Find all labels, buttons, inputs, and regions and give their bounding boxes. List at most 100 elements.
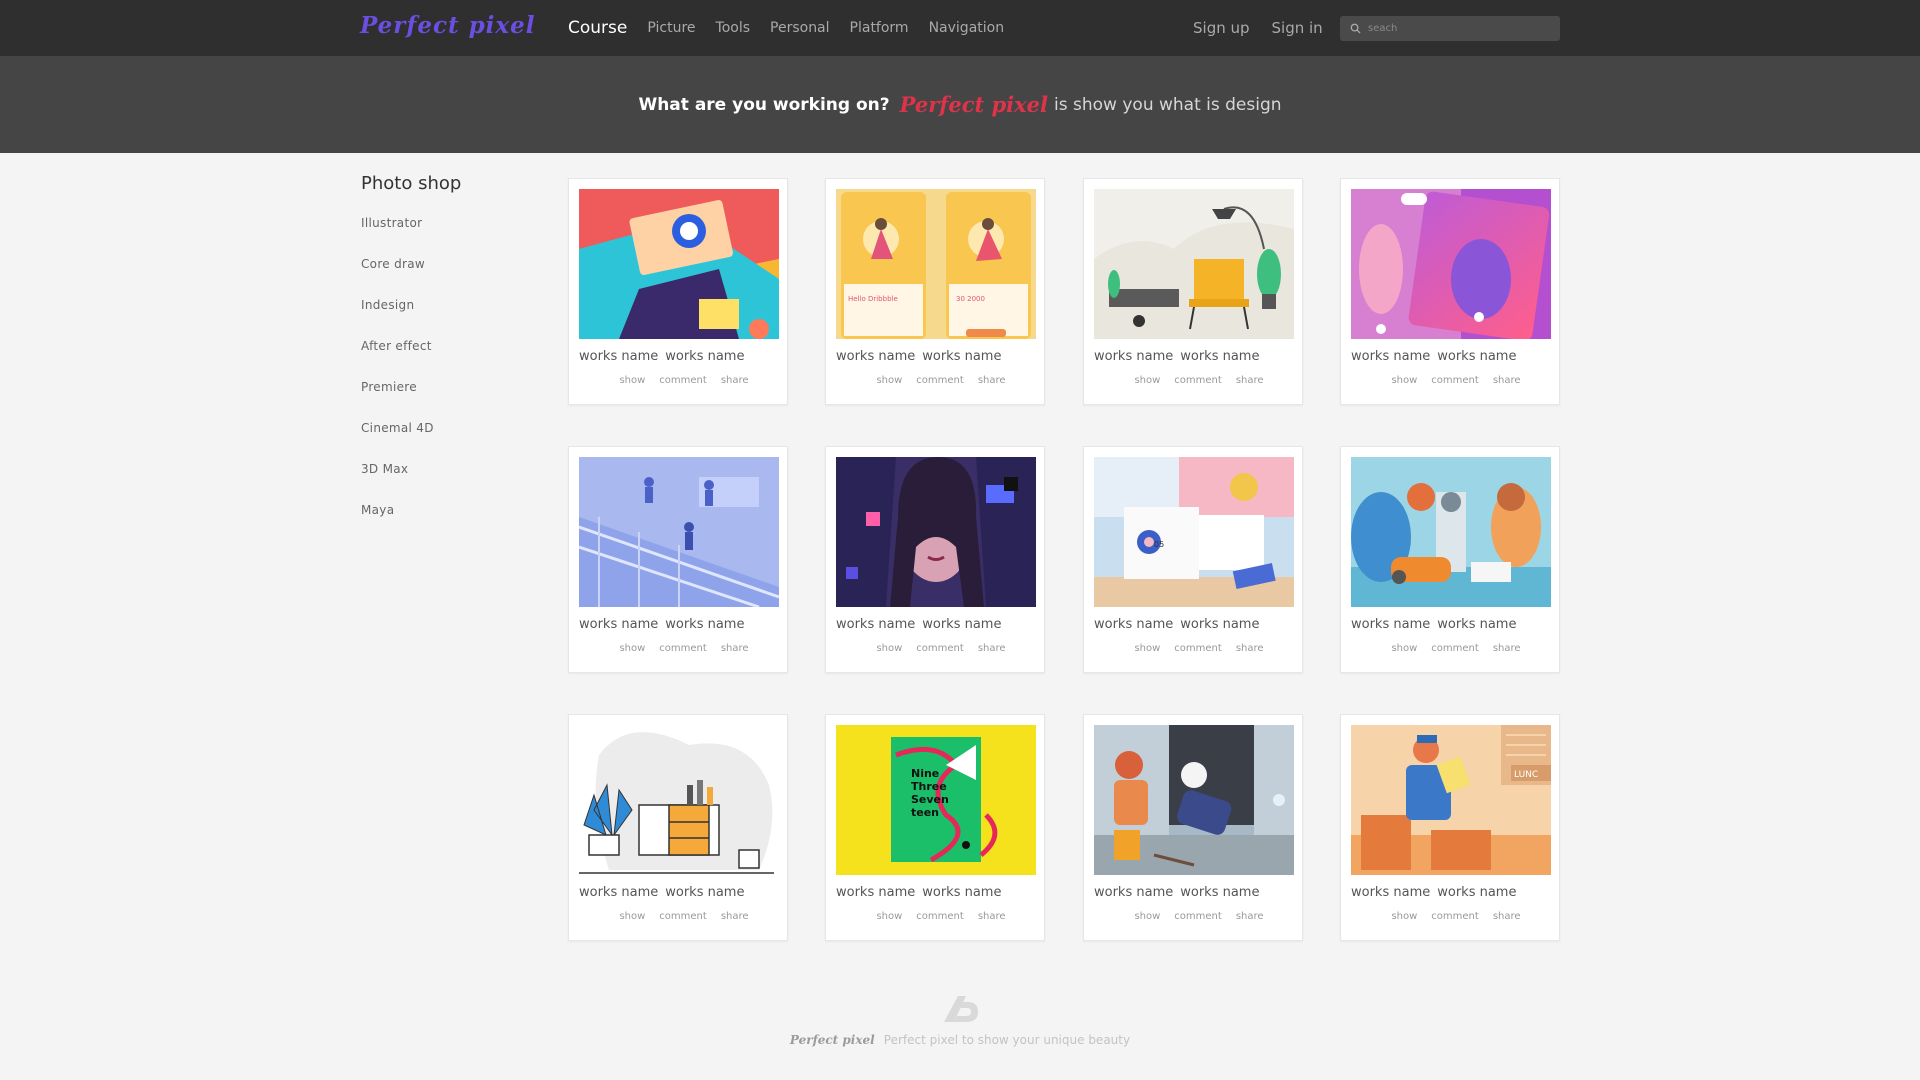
work-thumbnail[interactable] [579, 725, 779, 875]
show-link[interactable]: show [619, 375, 645, 386]
work-card[interactable]: works name works name show comment share [568, 178, 788, 405]
search-box[interactable] [1340, 16, 1560, 41]
category-sidebar: Photo shop Illustrator Core draw Indesig… [361, 172, 541, 542]
share-link[interactable]: share [721, 911, 749, 922]
work-card[interactable]: LUNC works name works name show comment s… [1340, 714, 1560, 941]
comment-link[interactable]: comment [659, 911, 707, 922]
show-link[interactable]: show [1134, 643, 1160, 654]
share-link[interactable]: share [1236, 643, 1264, 654]
sidebar-item-3d-max[interactable]: 3D Max [361, 460, 541, 501]
work-title[interactable]: works name works name [1094, 617, 1259, 632]
show-link[interactable]: show [619, 643, 645, 654]
share-link[interactable]: share [978, 375, 1006, 386]
share-link[interactable]: share [978, 911, 1006, 922]
work-card[interactable]: works name works name show comment share [1083, 178, 1303, 405]
work-thumbnail[interactable] [1351, 189, 1551, 339]
show-link[interactable]: show [1391, 911, 1417, 922]
sign-up-link[interactable]: Sign up [1193, 19, 1250, 37]
footer: Perfect pixel Perfect pixel to show your… [0, 1029, 1920, 1048]
share-link[interactable]: share [1493, 643, 1521, 654]
work-thumbnail[interactable] [836, 457, 1036, 607]
nav-navigation[interactable]: Navigation [929, 20, 1005, 36]
comment-link[interactable]: comment [1174, 911, 1222, 922]
site-logo[interactable]: Perfect pixel [360, 12, 536, 39]
comment-link[interactable]: comment [1174, 375, 1222, 386]
share-link[interactable]: share [721, 375, 749, 386]
hero-banner: What are you working on? Perfect pixel i… [0, 56, 1920, 153]
work-title[interactable]: works name works name [1094, 349, 1259, 364]
show-link[interactable]: show [1391, 375, 1417, 386]
show-link[interactable]: show [1134, 911, 1160, 922]
share-link[interactable]: share [1236, 911, 1264, 922]
comment-link[interactable]: comment [916, 911, 964, 922]
nav-course[interactable]: Course [568, 18, 627, 38]
work-thumbnail[interactable] [1094, 189, 1294, 339]
sidebar-item-after-effect[interactable]: After effect [361, 337, 541, 378]
work-card[interactable]: Hello Dribbble 30 2000 works name works n… [825, 178, 1045, 405]
show-link[interactable]: show [1391, 643, 1417, 654]
work-title[interactable]: works name works name [1351, 885, 1516, 900]
main-nav: Course Picture Tools Personal Platform N… [568, 0, 1024, 56]
show-link[interactable]: show [876, 911, 902, 922]
work-thumbnail[interactable] [579, 189, 779, 339]
work-thumbnail[interactable]: Nine Three Seven teen [836, 725, 1036, 875]
work-card[interactable]: works name works name show comment share [1340, 446, 1560, 673]
share-link[interactable]: share [721, 643, 749, 654]
work-card[interactable]: works name works name show comment share [1083, 714, 1303, 941]
work-thumbnail[interactable]: LUNC [1351, 725, 1551, 875]
comment-link[interactable]: comment [916, 643, 964, 654]
sign-in-link[interactable]: Sign in [1272, 19, 1323, 37]
sidebar-item-premiere[interactable]: Premiere [361, 378, 541, 419]
nav-personal[interactable]: Personal [770, 20, 830, 36]
work-thumbnail[interactable]: 05 [1094, 457, 1294, 607]
comment-link[interactable]: comment [1431, 911, 1479, 922]
work-card[interactable]: Nine Three Seven teen works name works na… [825, 714, 1045, 941]
work-thumbnail[interactable]: Hello Dribbble 30 2000 [836, 189, 1036, 339]
comment-link[interactable]: comment [1174, 643, 1222, 654]
share-link[interactable]: share [1493, 911, 1521, 922]
work-title[interactable]: works name works name [579, 617, 744, 632]
footer-brand: Perfect pixel [789, 1033, 875, 1047]
footer-logo-icon [944, 996, 978, 1022]
search-input[interactable] [1368, 23, 1548, 34]
work-card[interactable]: works name works name show comment share [825, 446, 1045, 673]
work-title[interactable]: works name works name [836, 617, 1001, 632]
work-title[interactable]: works name works name [836, 349, 1001, 364]
comment-link[interactable]: comment [1431, 375, 1479, 386]
sidebar-item-core-draw[interactable]: Core draw [361, 255, 541, 296]
sidebar-item-indesign[interactable]: Indesign [361, 296, 541, 337]
comment-link[interactable]: comment [1431, 643, 1479, 654]
work-title[interactable]: works name works name [1094, 885, 1259, 900]
work-title[interactable]: works name works name [1351, 617, 1516, 632]
work-card[interactable]: 05 works name works name show comment sha… [1083, 446, 1303, 673]
work-card[interactable]: works name works name show comment share [568, 446, 788, 673]
comment-link[interactable]: comment [659, 375, 707, 386]
comment-link[interactable]: comment [659, 643, 707, 654]
share-link[interactable]: share [1493, 375, 1521, 386]
card-actions: show comment share [1341, 643, 1561, 654]
show-link[interactable]: show [876, 643, 902, 654]
work-thumbnail[interactable] [1094, 725, 1294, 875]
share-link[interactable]: share [978, 643, 1006, 654]
nav-picture[interactable]: Picture [647, 20, 695, 36]
show-link[interactable]: show [876, 375, 902, 386]
work-title[interactable]: works name works name [1351, 349, 1516, 364]
sidebar-item-cinemal-4d[interactable]: Cinemal 4D [361, 419, 541, 460]
sidebar-item-illustrator[interactable]: Illustrator [361, 214, 541, 255]
comment-link[interactable]: comment [916, 375, 964, 386]
work-title[interactable]: works name works name [579, 885, 744, 900]
work-title[interactable]: works name works name [836, 885, 1001, 900]
work-title[interactable]: works name works name [579, 349, 744, 364]
share-link[interactable]: share [1236, 375, 1264, 386]
show-link[interactable]: show [619, 911, 645, 922]
nav-tools[interactable]: Tools [716, 20, 751, 36]
nav-platform[interactable]: Platform [850, 20, 909, 36]
work-thumbnail[interactable] [1351, 457, 1551, 607]
show-link[interactable]: show [1134, 375, 1160, 386]
search-icon[interactable] [1350, 23, 1361, 34]
sidebar-item-maya[interactable]: Maya [361, 501, 541, 542]
sidebar-title[interactable]: Photo shop [361, 172, 541, 196]
work-thumbnail[interactable] [579, 457, 779, 607]
work-card[interactable]: works name works name show comment share [568, 714, 788, 941]
work-card[interactable]: works name works name show comment share [1340, 178, 1560, 405]
